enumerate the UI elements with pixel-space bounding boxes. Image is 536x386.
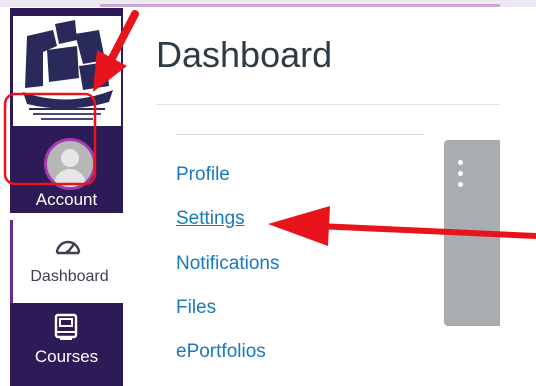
user-avatar-icon <box>44 138 96 190</box>
book-icon <box>54 313 78 340</box>
tray-link-eportfolios[interactable]: ePortfolios <box>176 341 266 363</box>
top-accent-line <box>100 4 500 7</box>
tray-link-settings[interactable]: Settings <box>176 208 245 230</box>
page-title: Dashboard <box>156 34 333 75</box>
ship-logo-icon <box>13 16 121 126</box>
tray-link-profile[interactable]: Profile <box>176 164 230 186</box>
more-options-icon[interactable] <box>457 160 465 196</box>
speedometer-icon <box>55 240 81 255</box>
sidebar-item-account[interactable]: Account <box>10 126 123 218</box>
course-card[interactable] <box>444 140 500 326</box>
district-logo[interactable] <box>13 16 121 126</box>
sidebar-item-label: Dashboard <box>30 268 109 285</box>
sidebar-item-label: Courses <box>34 347 99 366</box>
global-nav-sidebar: Account Dashboard Courses <box>10 8 126 386</box>
tray-divider <box>176 134 424 135</box>
tray-link-files[interactable]: Files <box>176 297 216 319</box>
tray-link-notifications[interactable]: Notifications <box>176 253 280 275</box>
title-divider <box>156 104 500 105</box>
sidebar-item-dashboard[interactable]: Dashboard <box>10 220 126 308</box>
sidebar-item-label: Account <box>35 190 98 209</box>
sidebar-item-courses[interactable]: Courses <box>10 303 123 386</box>
